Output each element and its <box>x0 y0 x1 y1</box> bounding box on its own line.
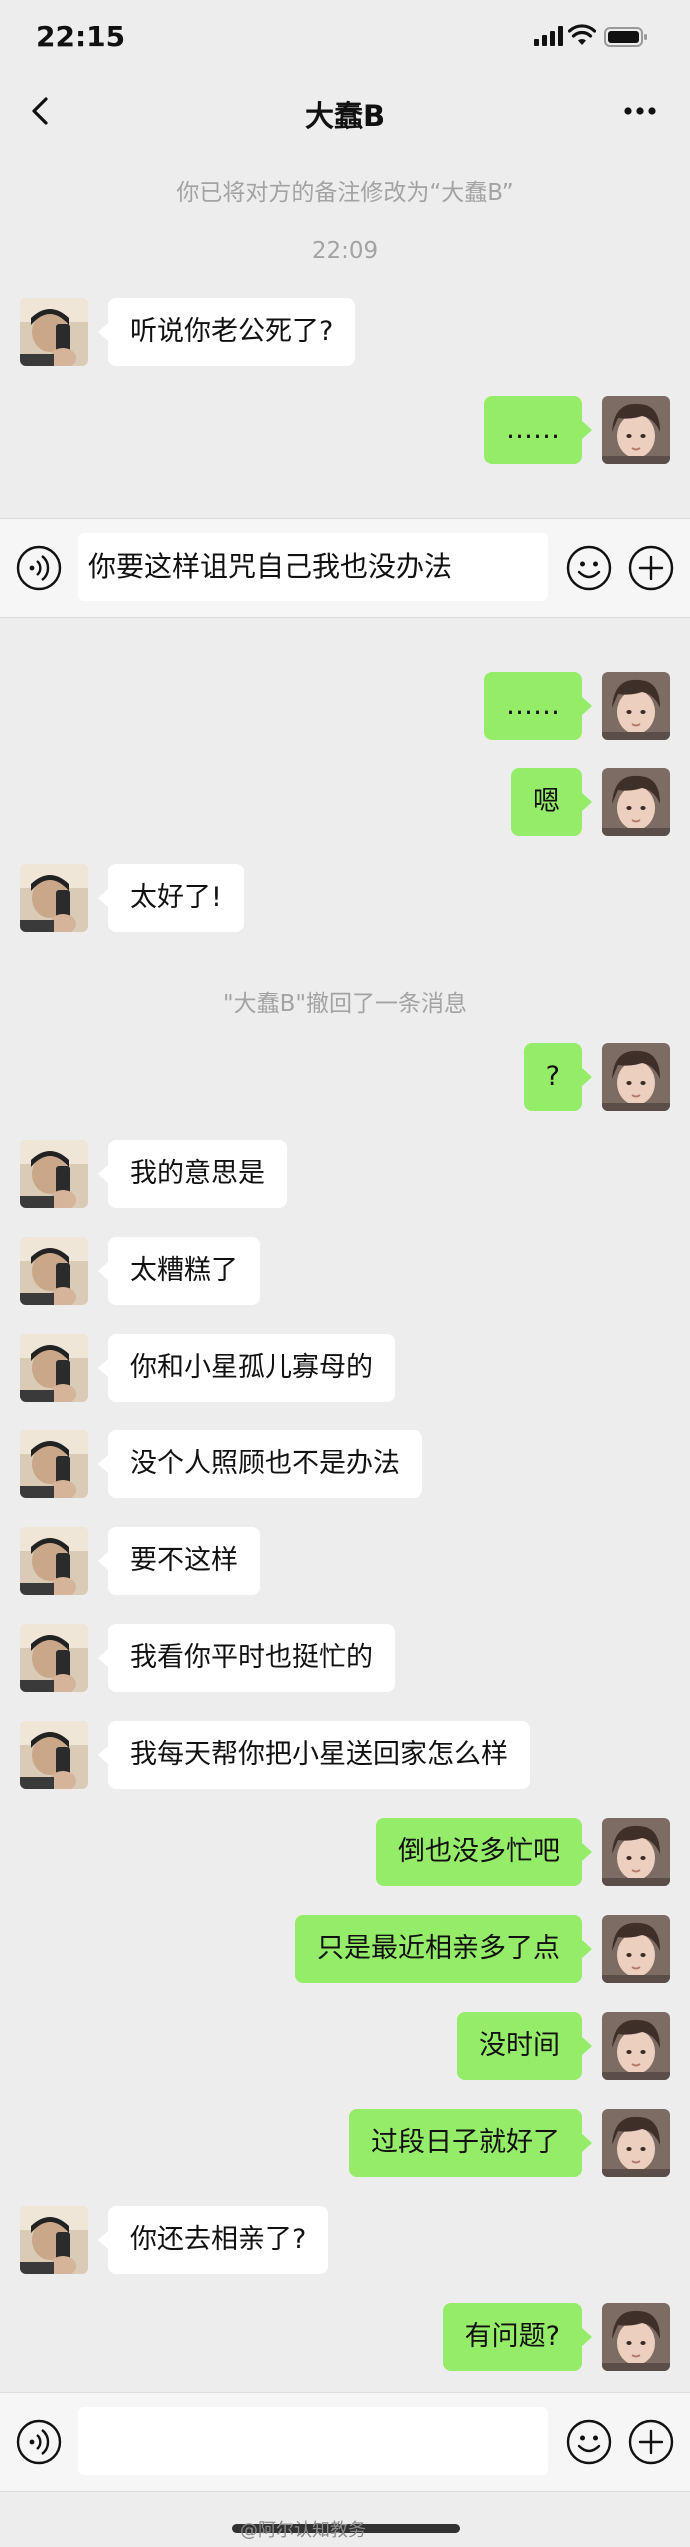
message-bubble-outgoing[interactable]: 只是最近相亲多了点 <box>295 1915 592 1983</box>
self-avatar[interactable] <box>602 1818 670 1886</box>
contact-avatar[interactable] <box>20 1334 88 1402</box>
status-time: 22:15 <box>36 20 126 53</box>
emoji-icon[interactable] <box>566 545 612 591</box>
contact-avatar[interactable] <box>20 1430 88 1498</box>
message-composer <box>0 2392 690 2492</box>
voice-icon[interactable] <box>16 545 62 591</box>
contact-avatar[interactable] <box>20 1624 88 1692</box>
status-bar: 22:15 <box>0 0 690 75</box>
message-input[interactable] <box>78 2407 548 2475</box>
self-avatar[interactable] <box>602 2012 670 2080</box>
message-bubble-outgoing[interactable]: ? <box>523 1043 593 1111</box>
contact-avatar[interactable] <box>20 1527 88 1595</box>
watermark: @阿尔认知教务 <box>240 2520 366 2541</box>
message-bubble-outgoing[interactable]: 嗯 <box>511 768 592 836</box>
message-bubble-outgoing[interactable]: 没时间 <box>457 2012 592 2080</box>
emoji-icon[interactable] <box>566 2419 612 2465</box>
self-avatar[interactable] <box>602 672 670 740</box>
contact-avatar[interactable] <box>20 864 88 932</box>
contact-avatar[interactable] <box>20 2206 88 2274</box>
message-bubble-incoming[interactable]: 听说你老公死了? <box>97 298 356 366</box>
message-bubble-incoming[interactable]: 太好了! <box>98 864 244 932</box>
message-bubble-incoming[interactable]: 我看你平时也挺忙的 <box>98 1624 395 1692</box>
self-avatar[interactable] <box>602 768 670 836</box>
recall-notice: "大蠢B"撤回了一条消息 <box>223 991 467 1017</box>
self-avatar[interactable] <box>602 2109 670 2177</box>
message-bubble-outgoing[interactable]: 有问题? <box>442 2303 593 2371</box>
message-composer: 你要这样诅咒自己我也没办法 <box>0 518 690 618</box>
contact-avatar[interactable] <box>20 1237 88 1305</box>
message-input[interactable]: 你要这样诅咒自己我也没办法 <box>78 533 548 601</box>
voice-icon[interactable] <box>16 2419 62 2465</box>
contact-avatar[interactable] <box>20 298 88 366</box>
wifi-icon <box>568 24 596 45</box>
signal-icon <box>534 26 563 46</box>
nav-bar: 大蠢B <box>0 75 690 145</box>
contact-avatar[interactable] <box>20 1140 88 1208</box>
message-bubble-outgoing[interactable]: 倒也没多忙吧 <box>376 1818 592 1886</box>
self-avatar[interactable] <box>602 1043 670 1111</box>
message-bubble-incoming[interactable]: 你和小星孤儿寡母的 <box>98 1334 395 1402</box>
message-bubble-incoming[interactable]: 太糟糕了 <box>98 1237 260 1305</box>
self-avatar[interactable] <box>602 2303 670 2371</box>
message-bubble-incoming[interactable]: 我每天帮你把小星送回家怎么样 <box>98 1721 530 1789</box>
plus-icon[interactable] <box>628 2419 674 2465</box>
message-bubble-outgoing[interactable]: …… <box>484 672 592 740</box>
self-avatar[interactable] <box>602 1915 670 1983</box>
remark-change-notice: 你已将对方的备注修改为“大蠢B” <box>176 180 514 206</box>
message-bubble-incoming[interactable]: 没个人照顾也不是办法 <box>98 1430 422 1498</box>
battery-icon <box>604 27 647 47</box>
self-avatar[interactable] <box>602 396 670 464</box>
message-bubble-outgoing[interactable]: …… <box>484 396 592 464</box>
contact-avatar[interactable] <box>20 1721 88 1789</box>
plus-icon[interactable] <box>628 545 674 591</box>
message-bubble-incoming[interactable]: 要不这样 <box>98 1527 260 1595</box>
message-bubble-incoming[interactable]: 你还去相亲了? <box>97 2206 329 2274</box>
message-bubble-outgoing[interactable]: 过段日子就好了 <box>349 2109 592 2177</box>
more-icon[interactable] <box>612 93 668 129</box>
timestamp: 22:09 <box>311 238 379 264</box>
chat-title: 大蠢B <box>304 99 386 133</box>
message-bubble-incoming[interactable]: 我的意思是 <box>98 1140 287 1208</box>
